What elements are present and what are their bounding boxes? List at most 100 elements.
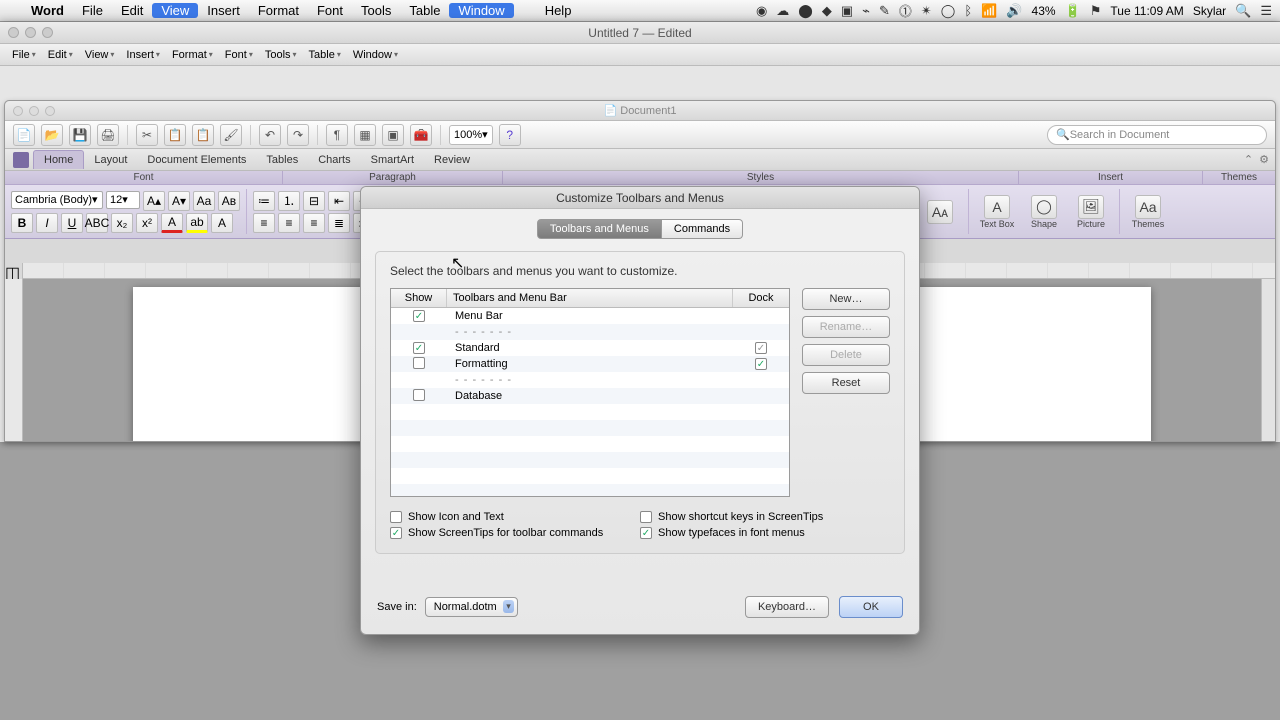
text-effects-button[interactable]: A — [211, 213, 233, 233]
change-case-button[interactable]: Aa — [193, 191, 215, 211]
themes-button[interactable]: AaThemes — [1126, 190, 1170, 234]
spotlight-icon[interactable]: 🔍 — [1235, 3, 1251, 19]
tab-toolbars-menus[interactable]: Toolbars and Menus — [537, 219, 662, 239]
keyboard-button[interactable]: Keyboard… — [745, 596, 829, 618]
menu-insert[interactable]: Insert — [198, 3, 249, 18]
italic-button[interactable]: I — [36, 213, 58, 233]
check-typefaces[interactable]: Show typefaces in font menus — [640, 527, 890, 539]
styles-pane-button[interactable]: Aᴀ — [918, 190, 962, 234]
dock-checkbox[interactable] — [755, 358, 767, 370]
justify-button[interactable]: ≣ — [328, 213, 350, 233]
traffic-lights[interactable] — [8, 27, 53, 38]
bold-button[interactable]: B — [11, 213, 33, 233]
tab-charts[interactable]: Charts — [308, 151, 360, 169]
show-checkbox[interactable] — [413, 342, 425, 354]
grow-font-button[interactable]: A▴ — [143, 191, 165, 211]
show-checkbox[interactable] — [413, 357, 425, 369]
word-menu-window[interactable]: Window▾ — [347, 49, 404, 61]
tab-smartart[interactable]: SmartArt — [361, 151, 424, 169]
align-center-button[interactable]: ≡ — [278, 213, 300, 233]
tab-home[interactable]: Home — [33, 150, 84, 169]
rename-button[interactable]: Rename… — [802, 316, 890, 338]
bullets-button[interactable]: ≔ — [253, 191, 275, 211]
flag-icon[interactable]: ⚑ — [1090, 3, 1102, 19]
word-menu-font[interactable]: Font▾ — [219, 49, 259, 61]
font-size-select[interactable]: 12 ▾ — [106, 191, 140, 209]
status-icon[interactable]: ✎ — [879, 3, 890, 19]
word-menu-format[interactable]: Format▾ — [166, 49, 219, 61]
col-show[interactable]: Show — [391, 289, 447, 307]
numbering-button[interactable]: ⒈ — [278, 191, 300, 211]
toolbox-button[interactable]: 🧰 — [410, 124, 432, 146]
status-icon[interactable]: ⬤ — [798, 3, 813, 19]
word-menu-file[interactable]: File▾ — [6, 49, 42, 61]
tab-layout[interactable]: Layout — [84, 151, 137, 169]
align-right-button[interactable]: ≡ — [303, 213, 325, 233]
word-menu-table[interactable]: Table▾ — [303, 49, 347, 61]
clock[interactable]: Tue 11:09 AM — [1110, 4, 1183, 18]
ruler-corner[interactable]: ◫ — [5, 263, 23, 279]
menu-font[interactable]: Font — [308, 3, 352, 18]
status-icon[interactable]: ▣ — [841, 3, 853, 19]
show-checkbox[interactable] — [413, 310, 425, 322]
dialog-titlebar[interactable]: Customize Toolbars and Menus — [361, 187, 919, 209]
home-icon[interactable] — [13, 152, 29, 168]
menu-format[interactable]: Format — [249, 3, 308, 18]
sidebar-button[interactable]: ▦ — [354, 124, 376, 146]
status-icon[interactable]: ⌁ — [862, 3, 870, 19]
menu-edit[interactable]: Edit — [112, 3, 152, 18]
word-menu-view[interactable]: View▾ — [79, 49, 121, 61]
align-left-button[interactable]: ≡ — [253, 213, 275, 233]
search-input[interactable]: 🔍 Search in Document — [1047, 125, 1267, 145]
list-item[interactable]: - - - - - - - — [391, 372, 789, 388]
highlight-button[interactable]: ab — [186, 213, 208, 233]
col-name[interactable]: Toolbars and Menu Bar — [447, 289, 733, 307]
vertical-ruler[interactable] — [5, 279, 23, 441]
status-icon[interactable]: ☁ — [776, 3, 789, 19]
show-checkbox[interactable] — [413, 389, 425, 401]
save-button[interactable]: 💾 — [69, 124, 91, 146]
zoom-select[interactable]: 100% ▾ — [449, 125, 493, 145]
gallery-button[interactable]: ▣ — [382, 124, 404, 146]
new-button[interactable]: New… — [802, 288, 890, 310]
menu-help[interactable]: Help — [536, 3, 581, 18]
format-painter-button[interactable]: 🖌 — [220, 124, 242, 146]
user-name[interactable]: Skylar — [1193, 4, 1226, 18]
menu-view[interactable]: View — [152, 3, 198, 18]
paste-button[interactable]: 📋 — [192, 124, 214, 146]
clear-format-button[interactable]: Aв — [218, 191, 240, 211]
word-menu-tools[interactable]: Tools▾ — [259, 49, 303, 61]
dock-checkbox[interactable] — [755, 342, 767, 354]
savein-select[interactable]: Normal.dotm — [425, 597, 518, 617]
shrink-font-button[interactable]: A▾ — [168, 191, 190, 211]
word-menu-edit[interactable]: Edit▾ — [42, 49, 79, 61]
insert-textbox-button[interactable]: AText Box — [975, 190, 1019, 234]
collapse-ribbon-icon[interactable]: ⌃ — [1244, 153, 1253, 166]
outdent-button[interactable]: ⇤ — [328, 191, 350, 211]
multilevel-button[interactable]: ⊟ — [303, 191, 325, 211]
menu-file[interactable]: File — [73, 3, 112, 18]
delete-button[interactable]: Delete — [802, 344, 890, 366]
menu-tools[interactable]: Tools — [352, 3, 400, 18]
list-item[interactable]: Formatting — [391, 356, 789, 372]
check-shortcut-keys[interactable]: Show shortcut keys in ScreenTips — [640, 511, 890, 523]
word-menu-insert[interactable]: Insert▾ — [120, 49, 166, 61]
new-button[interactable]: 📄 — [13, 124, 35, 146]
insert-picture-button[interactable]: 🖼Picture — [1069, 190, 1113, 234]
superscript-button[interactable]: x² — [136, 213, 158, 233]
app-menu[interactable]: Word — [22, 3, 73, 18]
volume-icon[interactable]: 🔊 — [1006, 3, 1022, 19]
vertical-scrollbar[interactable] — [1261, 279, 1275, 441]
reset-button[interactable]: Reset — [802, 372, 890, 394]
toolbars-listbox[interactable]: Show Toolbars and Menu Bar Dock Menu Bar… — [390, 288, 790, 497]
check-icon-text[interactable]: Show Icon and Text — [390, 511, 640, 523]
notification-icon[interactable]: ☰ — [1260, 3, 1272, 19]
battery-icon[interactable]: 🔋 — [1065, 3, 1081, 19]
strikethrough-button[interactable]: ABC — [86, 213, 108, 233]
check-screentips[interactable]: Show ScreenTips for toolbar commands — [390, 527, 640, 539]
tab-review[interactable]: Review — [424, 151, 480, 169]
menu-table[interactable]: Table — [400, 3, 449, 18]
font-name-select[interactable]: Cambria (Body) ▾ — [11, 191, 103, 209]
status-icon[interactable]: ⓵ — [899, 1, 912, 20]
redo-button[interactable]: ↷ — [287, 124, 309, 146]
